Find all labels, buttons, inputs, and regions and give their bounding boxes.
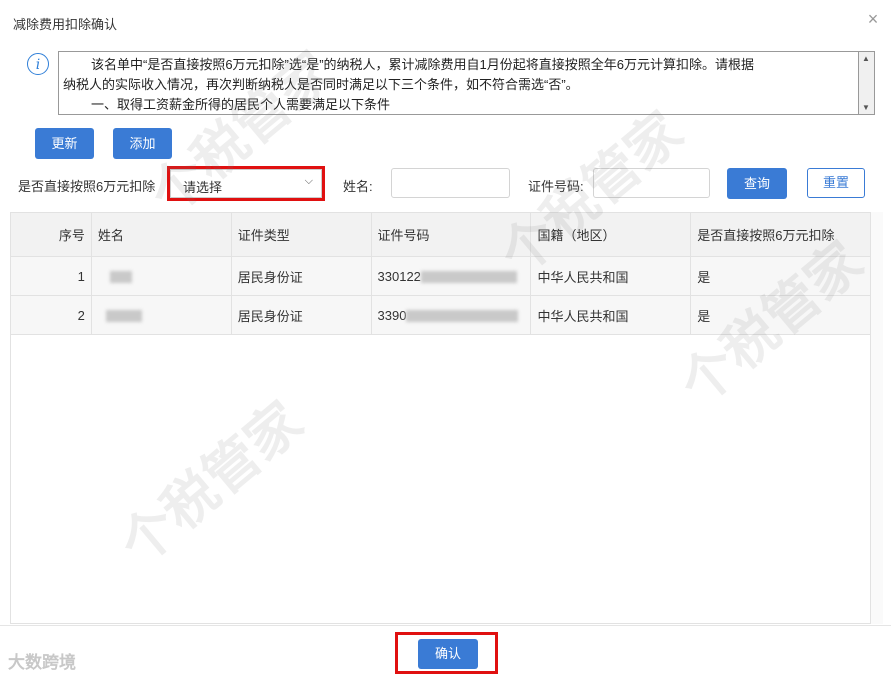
name-filter-label: 姓名: xyxy=(343,179,373,194)
name-input[interactable] xyxy=(391,168,510,198)
deduct-select-highlight: 请选择 ⌵ xyxy=(167,166,325,201)
info-icon: i xyxy=(27,53,49,75)
cell-name-redacted xyxy=(90,256,232,296)
cell-id-number: 3390 xyxy=(370,295,532,335)
deduct-select[interactable]: 请选择 ⌵ xyxy=(170,169,322,198)
table-row[interactable]: 2 居民身份证 3390 中华人民共和国 是 xyxy=(10,295,871,335)
notice-line: 该名单中“是否直接按照6万元扣除”选“是”的纳税人，累计减除费用自1月份起将直接… xyxy=(91,57,755,72)
cell-deduct: 是 xyxy=(690,295,871,335)
col-header-name: 姓名 xyxy=(90,212,232,257)
id-prefix: 330122 xyxy=(377,268,421,284)
brand-logo: 大数跨境 xyxy=(8,653,76,672)
add-button[interactable]: 添加 xyxy=(113,128,172,159)
table-scrollbar[interactable] xyxy=(871,212,883,624)
col-header-id-type: 证件类型 xyxy=(230,212,372,257)
cell-nationality: 中华人民共和国 xyxy=(530,295,692,335)
cell-nationality: 中华人民共和国 xyxy=(530,256,692,296)
cell-index: 2 xyxy=(10,295,92,335)
chevron-down-icon: ⌵ xyxy=(304,175,313,187)
notice-box: 该名单中“是否直接按照6万元扣除”选“是”的纳税人，累计减除费用自1月份起将直接… xyxy=(58,51,859,115)
reset-button[interactable]: 重置 xyxy=(807,168,865,198)
update-button[interactable]: 更新 xyxy=(35,128,94,159)
cell-name-redacted xyxy=(90,295,232,335)
notice-line: 纳税人的实际收入情况，再次判断纳税人是否同时满足以下三个条件，如不符合需选“否”… xyxy=(63,77,579,92)
table-header-row: 序号 姓名 证件类型 证件号码 国籍（地区） 是否直接按照6万元扣除 xyxy=(10,212,871,257)
id-filter-label: 证件号码: xyxy=(528,179,584,194)
scroll-down-icon[interactable]: ▼ xyxy=(862,103,870,112)
id-number-input[interactable] xyxy=(593,168,710,198)
taxpayer-table: 序号 姓名 证件类型 证件号码 国籍（地区） 是否直接按照6万元扣除 1 居民身… xyxy=(10,212,871,335)
col-header-nationality: 国籍（地区） xyxy=(530,212,692,257)
deduct-select-value: 请选择 xyxy=(183,180,223,195)
deduct-filter-label: 是否直接按照6万元扣除 xyxy=(18,179,156,194)
notice-scrollbar[interactable]: ▲ ▼ xyxy=(859,51,875,115)
col-header-deduct: 是否直接按照6万元扣除 xyxy=(690,212,871,257)
col-header-id-number: 证件号码 xyxy=(370,212,532,257)
footer-divider xyxy=(0,625,891,626)
cell-deduct: 是 xyxy=(690,256,871,296)
table-row[interactable]: 1 居民身份证 330122 中华人民共和国 是 xyxy=(10,256,871,296)
cell-index: 1 xyxy=(10,256,92,296)
query-button[interactable]: 查询 xyxy=(727,168,787,199)
cell-id-type: 居民身份证 xyxy=(230,295,372,335)
notice-line: 一、取得工资薪金所得的居民个人需要满足以下条件 xyxy=(91,97,391,112)
dialog-title: 减除费用扣除确认 xyxy=(13,17,118,32)
confirm-button[interactable]: 确认 xyxy=(418,639,478,669)
cell-id-number: 330122 xyxy=(370,256,532,296)
cell-id-type: 居民身份证 xyxy=(230,256,372,296)
col-header-index: 序号 xyxy=(10,212,92,257)
id-prefix: 3390 xyxy=(377,307,407,323)
scroll-up-icon[interactable]: ▲ xyxy=(862,54,870,63)
close-icon[interactable]: × xyxy=(864,10,882,28)
